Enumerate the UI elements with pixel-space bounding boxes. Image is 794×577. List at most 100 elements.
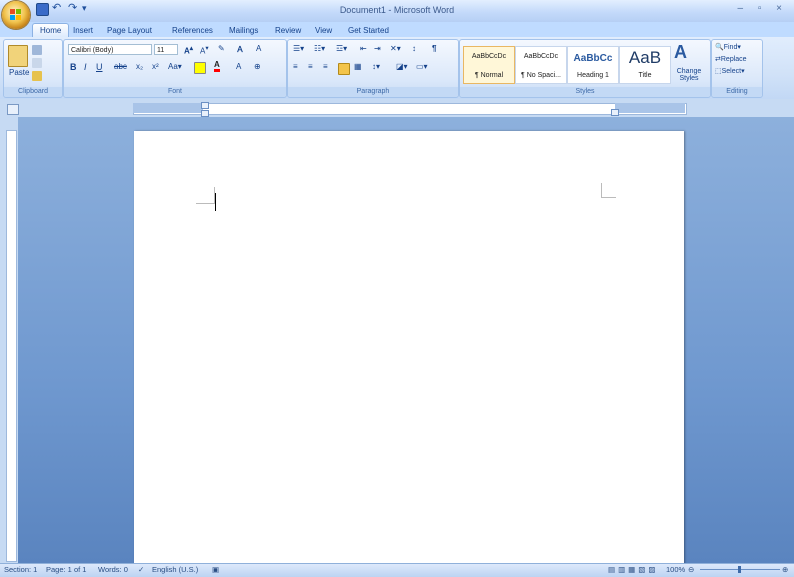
zoom-out-icon[interactable]: ⊖ <box>688 565 694 574</box>
show-hide-icon[interactable]: ¶ <box>432 44 436 53</box>
zoom-level[interactable]: 100% <box>666 565 685 574</box>
align-right-icon[interactable]: ≡ <box>323 62 328 71</box>
line-spacing-icon[interactable]: ↕▾ <box>372 62 380 71</box>
increase-indent-icon[interactable]: ⇥ <box>374 44 381 53</box>
align-left-icon[interactable]: ≡ <box>293 62 298 71</box>
replace-button[interactable]: ⇄Replace <box>715 55 747 63</box>
style-name: ¶ No Spaci... <box>521 72 561 79</box>
find-icon: 🔍 <box>715 44 724 51</box>
tab-page-layout[interactable]: Page Layout <box>100 24 159 37</box>
find-label: Find <box>723 44 738 51</box>
styles-group: AaBbCcDc ¶ Normal AaBbCcDc ¶ No Spaci...… <box>459 39 711 98</box>
font-color-icon[interactable]: A <box>214 60 220 72</box>
strikethrough-icon[interactable]: abc <box>114 62 127 71</box>
font-name-box[interactable]: Calibri (Body) <box>68 44 152 55</box>
style-name: Heading 1 <box>577 72 609 79</box>
view-buttons[interactable]: ▤▥▦▧▨ <box>608 565 658 574</box>
window-title: Document1 - Microsoft Word <box>339 5 455 15</box>
hanging-indent-marker[interactable] <box>201 110 209 117</box>
macro-record-icon[interactable]: ▣ <box>212 565 219 574</box>
format-painter-icon[interactable] <box>32 71 42 81</box>
zoom-slider-thumb[interactable] <box>738 566 741 573</box>
vertical-ruler[interactable] <box>6 130 17 562</box>
proofing-icon[interactable]: ✓ <box>138 565 144 574</box>
style-heading-1[interactable]: AaBbCc Heading 1 <box>567 46 619 84</box>
tab-mailings[interactable]: Mailings <box>222 24 265 37</box>
style-sample: AaB <box>628 48 662 67</box>
sort-icon[interactable]: ↕ <box>412 44 416 53</box>
multilevel-list-icon[interactable]: ☲▾ <box>336 44 347 53</box>
font-group-label: Font <box>64 87 286 97</box>
style-no-spacing[interactable]: AaBbCcDc ¶ No Spaci... <box>515 46 567 84</box>
style-name: Title <box>638 72 652 79</box>
copy-icon[interactable] <box>32 58 42 68</box>
tab-get-started[interactable]: Get Started <box>341 24 396 37</box>
underline-icon[interactable]: U <box>96 62 103 72</box>
decrease-indent-icon[interactable]: ⇤ <box>360 44 367 53</box>
ruler-right-margin <box>615 103 685 113</box>
horizontal-ruler[interactable] <box>133 103 687 115</box>
tab-selector-icon[interactable] <box>7 104 19 115</box>
borders-icon[interactable]: ▭▾ <box>416 62 428 71</box>
change-styles-label[interactable]: Change Styles <box>671 68 707 82</box>
status-words[interactable]: Words: 0 <box>98 565 128 574</box>
center-icon[interactable]: ≡ <box>308 62 313 71</box>
bullets-icon[interactable]: ☰▾ <box>293 44 304 53</box>
bold-icon[interactable]: B <box>70 62 77 72</box>
numbering-icon[interactable]: ☷▾ <box>314 44 325 53</box>
highlight-color-icon[interactable] <box>194 62 206 74</box>
crop-mark-top-right <box>601 183 616 198</box>
right-indent-marker[interactable] <box>611 109 619 116</box>
phonetic-guide-icon[interactable]: Ａ <box>236 44 244 55</box>
font-group: Calibri (Body) 11 A▴ A▾ ✎ Ａ A B I U abc … <box>63 39 287 98</box>
justify-icon[interactable] <box>338 63 350 75</box>
first-line-indent-marker[interactable] <box>201 102 209 109</box>
status-page[interactable]: Page: 1 of 1 <box>46 565 86 574</box>
select-icon: ⬚ <box>715 68 722 75</box>
shading-icon[interactable]: ◪▾ <box>396 62 408 71</box>
change-styles-icon[interactable]: A <box>674 42 687 63</box>
text-cursor <box>215 193 216 211</box>
enclose-char-icon[interactable]: ⊕ <box>254 62 261 71</box>
style-title[interactable]: AaB Title <box>619 46 671 84</box>
character-border-icon[interactable]: A <box>256 44 261 53</box>
change-case-icon[interactable]: Aa▾ <box>168 62 182 71</box>
paragraph-group-label: Paragraph <box>288 87 458 97</box>
clipboard-group-label: Clipboard <box>4 87 62 97</box>
distributed-icon[interactable]: ▦ <box>354 62 362 71</box>
tab-references[interactable]: References <box>165 24 220 37</box>
office-button[interactable] <box>2 1 30 29</box>
clear-formatting-icon[interactable]: ✎ <box>218 44 225 53</box>
paste-button-label[interactable]: Paste <box>9 68 29 77</box>
style-name: ¶ Normal <box>474 72 504 79</box>
cut-icon[interactable] <box>32 45 42 55</box>
replace-label: Replace <box>720 56 747 63</box>
styles-group-label: Styles <box>460 87 710 97</box>
char-shading-icon[interactable]: A <box>236 62 241 71</box>
zoom-in-icon[interactable]: ⊕ <box>782 565 788 574</box>
document-page[interactable] <box>134 131 684 571</box>
subscript-icon[interactable]: x₂ <box>136 62 143 71</box>
paragraph-group: ☰▾ ☷▾ ☲▾ ⇤ ⇥ ✕▾ ↕ ¶ ≡ ≡ ≡ ▦ ↕▾ ◪▾ ▭▾ Par… <box>287 39 459 98</box>
find-button[interactable]: 🔍Find▾ <box>715 43 741 51</box>
select-label: Select <box>721 68 742 75</box>
superscript-icon[interactable]: x² <box>152 62 159 71</box>
italic-icon[interactable]: I <box>84 62 87 72</box>
grow-font-icon[interactable]: A▴ <box>184 44 193 56</box>
select-button[interactable]: ⬚Select▾ <box>715 67 745 75</box>
font-size-box[interactable]: 11 <box>154 44 178 55</box>
tab-review[interactable]: Review <box>268 24 308 37</box>
paste-icon[interactable] <box>8 45 28 67</box>
chinese-layout-icon[interactable]: ✕▾ <box>390 44 401 53</box>
office-logo-icon <box>10 9 21 20</box>
tab-home[interactable]: Home <box>32 23 70 37</box>
window-controls[interactable]: – ▫ × <box>737 3 788 14</box>
crop-mark-top-left <box>196 187 215 204</box>
status-section[interactable]: Section: 1 <box>4 565 37 574</box>
tab-view[interactable]: View <box>308 24 339 37</box>
status-language[interactable]: English (U.S.) <box>152 565 198 574</box>
shrink-font-icon[interactable]: A▾ <box>200 44 209 56</box>
tab-insert[interactable]: Insert <box>66 24 100 37</box>
editing-group: 🔍Find▾ ⇄Replace ⬚Select▾ Editing <box>711 39 763 98</box>
style-normal[interactable]: AaBbCcDc ¶ Normal <box>463 46 515 84</box>
